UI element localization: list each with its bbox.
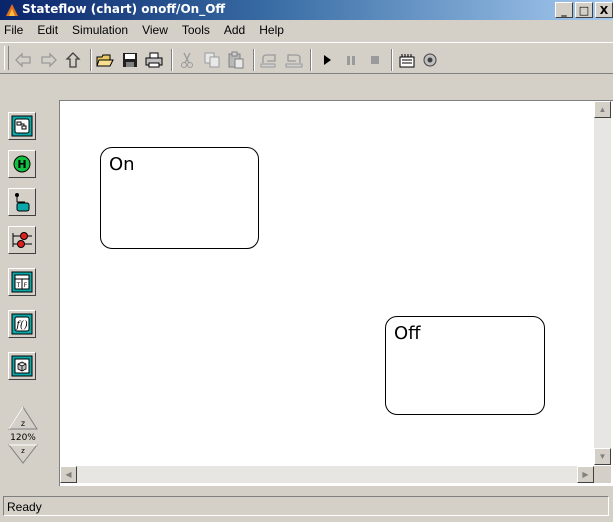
cut-icon[interactable] [178,51,196,69]
menu-add[interactable]: Add [217,23,252,37]
graphical-function-button[interactable]: f() [8,310,36,338]
close-button[interactable]: X [595,2,613,18]
build-icon[interactable] [398,51,416,69]
truth-table-icon: TF [11,271,33,293]
scroll-left-button[interactable]: ◀ [60,466,77,483]
toolbar [0,42,613,74]
svg-text:F: F [24,282,28,289]
chart-canvas[interactable]: On Off [59,100,613,486]
title-bar[interactable]: Stateflow (chart) onoff/On_Off _ □ X [0,0,613,20]
minimize-button[interactable]: _ [555,2,573,18]
maximize-icon: □ [578,3,590,17]
chevron-right-icon: ▶ [582,470,589,479]
menu-bar: File Edit Simulation View Tools Add Help [0,20,613,40]
up-arrow-icon[interactable] [64,51,82,69]
svg-text:H: H [17,158,26,171]
close-icon: X [599,3,609,17]
svg-text:f(): f() [15,320,28,331]
window-title: Stateflow (chart) onoff/On_Off [22,2,226,16]
truth-table-button[interactable]: TF [8,268,36,296]
pause-icon[interactable] [342,51,360,69]
zoom-control: z z 120% [6,404,40,464]
menu-tools[interactable]: Tools [175,23,217,37]
scroll-corner [594,466,611,483]
scroll-right-button[interactable]: ▶ [577,466,594,483]
maximize-button[interactable]: □ [575,2,593,18]
state-tool-icon [11,115,33,137]
zoom-in-button[interactable]: z [8,406,38,430]
history-junction-icon: H [13,155,31,173]
redo-icon[interactable] [285,51,303,69]
state-on-label[interactable]: On [109,154,135,175]
toolbar-grip[interactable] [4,46,9,70]
scroll-down-button[interactable]: ▼ [594,448,611,465]
vertical-scrollbar[interactable]: ▲ ▼ [594,101,611,465]
stateflow-app-icon [6,4,18,16]
zoom-level: 120% [10,433,36,443]
zoom-out-button[interactable]: z [7,444,39,464]
horizontal-scrollbar[interactable]: ◀ ▶ [60,466,594,483]
open-folder-icon[interactable] [96,51,114,69]
status-text: Ready [3,496,609,516]
connective-junction-button[interactable] [8,226,36,254]
chevron-down-icon: ▼ [598,452,607,461]
stateflow-window: Stateflow (chart) onoff/On_Off _ □ X Fil… [0,0,613,522]
back-arrow-icon[interactable] [14,51,32,69]
state-tool-button[interactable] [8,112,36,140]
graphical-function-icon: f() [11,313,33,335]
menu-view[interactable]: View [135,23,175,37]
default-transition-icon [15,193,30,212]
object-palette: H TF f() z z 120% [0,102,50,482]
box-tool-button[interactable] [8,352,36,380]
menu-help[interactable]: Help [252,23,291,37]
state-on[interactable]: On [100,147,259,249]
copy-icon[interactable] [203,51,221,69]
stop-icon[interactable] [366,51,384,69]
forward-arrow-icon[interactable] [40,51,58,69]
svg-text:T: T [16,282,21,289]
default-transition-button[interactable] [8,188,36,216]
menu-simulation[interactable]: Simulation [65,23,135,37]
target-icon[interactable] [420,51,438,69]
chevron-up-icon: ▲ [598,105,607,114]
play-icon[interactable] [318,51,336,69]
connective-junction-icon [12,232,32,248]
paste-icon[interactable] [227,51,245,69]
chevron-left-icon: ◀ [65,470,72,479]
state-off[interactable]: Off [385,316,545,415]
menu-edit[interactable]: Edit [30,23,65,37]
minimize-icon: _ [561,3,567,17]
scroll-up-button[interactable]: ▲ [594,101,611,118]
svg-text:z: z [21,419,25,428]
status-bar: Ready [0,492,613,522]
save-icon[interactable] [121,51,139,69]
svg-text:z: z [21,447,25,455]
history-junction-button[interactable]: H [8,150,36,178]
undo-icon[interactable] [260,51,278,69]
print-icon[interactable] [145,51,163,69]
box-icon [11,355,33,377]
state-off-label[interactable]: Off [394,323,421,344]
menu-file[interactable]: File [0,23,30,37]
